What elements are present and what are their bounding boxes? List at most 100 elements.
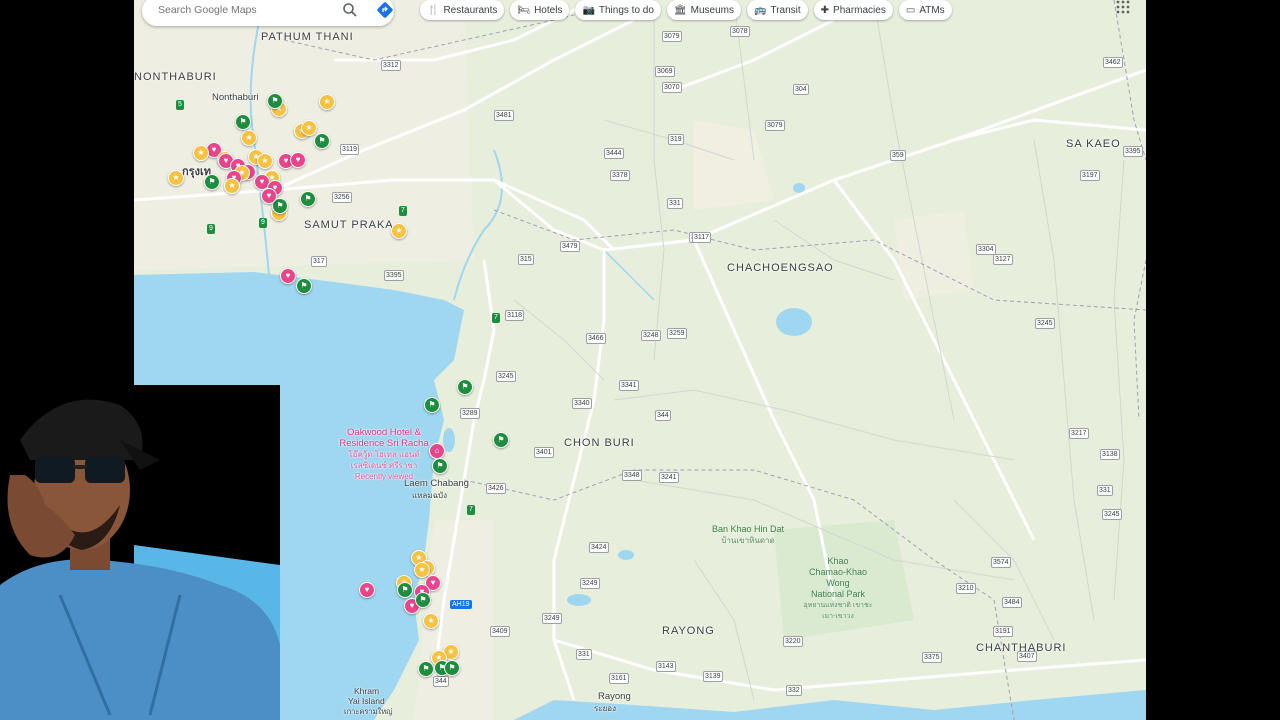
chip-label: Things to do bbox=[598, 4, 654, 16]
hotel-label-oakwood[interactable]: Oakwood Hotel & Residence Sri Racha โอ๊ค… bbox=[334, 427, 434, 482]
star-pin-icon[interactable]: ★ bbox=[257, 153, 273, 169]
search-icon[interactable] bbox=[342, 2, 358, 23]
heart-pin-icon[interactable]: ♥ bbox=[280, 268, 296, 284]
apps-grid-icon[interactable] bbox=[1116, 0, 1132, 14]
flag-pin-icon[interactable]: ⚑ bbox=[418, 661, 434, 677]
place-rayong-town: Rayong bbox=[598, 691, 631, 702]
route-shield: 3079 bbox=[765, 120, 785, 131]
star-pin-icon[interactable]: ★ bbox=[193, 145, 209, 161]
flag-pin-icon[interactable]: ⚑ bbox=[300, 191, 316, 207]
star-pin-icon[interactable]: ★ bbox=[241, 130, 257, 146]
chip-things-to-do[interactable]: 📷 Things to do bbox=[575, 0, 661, 20]
flag-pin-icon[interactable]: ⚑ bbox=[235, 114, 251, 130]
hotel-thai-line2: เรสซิเดนซ์ ศรีราชา bbox=[350, 461, 418, 470]
chip-label: Transit bbox=[770, 4, 801, 16]
heart-pin-icon[interactable]: ♥ bbox=[261, 188, 277, 204]
category-chips: 🍴 Restaurants 🛏 Hotels 📷 Things to do 🏛 Muse… bbox=[420, 0, 952, 20]
flag-pin-icon[interactable]: ⚑ bbox=[457, 379, 473, 395]
route-shield: 315 bbox=[518, 254, 534, 265]
map-canvas[interactable]: PATHUM THANI NONTHABURI SAMUT PRAKA CHAC… bbox=[134, 0, 1146, 720]
chip-hotels[interactable]: 🛏 Hotels bbox=[510, 0, 570, 20]
flag-pin-icon[interactable]: ⚑ bbox=[493, 432, 509, 448]
route-shield: 3138 bbox=[1100, 449, 1120, 460]
heart-pin-icon[interactable]: ♥ bbox=[290, 152, 306, 168]
park-khao-chamao-line3: Wong bbox=[826, 578, 850, 588]
route-shield: 3426 bbox=[486, 483, 506, 494]
route-shield: 3217 bbox=[1069, 428, 1089, 439]
flag-pin-icon[interactable]: ⚑ bbox=[424, 397, 440, 413]
route-shield: 3289 bbox=[460, 408, 480, 419]
route-shield: 3375 bbox=[922, 652, 942, 663]
route-shield: 3191 bbox=[993, 626, 1013, 637]
route-shield: 319 bbox=[668, 134, 684, 145]
ah-route-shield: AH19 bbox=[450, 600, 472, 609]
region-nonthaburi: NONTHABURI bbox=[134, 71, 217, 83]
route-shield: 3407 bbox=[1017, 651, 1037, 662]
park-ban-khao-hin-dat-thai: บ้านเขาหินดาด bbox=[721, 536, 775, 545]
hotel-name-line1: Oakwood Hotel & bbox=[347, 427, 421, 438]
chip-transit[interactable]: 🚌 Transit bbox=[747, 0, 808, 20]
park-khao-chamao-line4: National Park bbox=[810, 589, 866, 599]
route-shield: 3466 bbox=[586, 333, 606, 344]
search-input[interactable] bbox=[156, 3, 330, 17]
search-box[interactable] bbox=[142, 0, 394, 26]
heart-pin-icon[interactable]: ♥ bbox=[359, 582, 375, 598]
route-shield: 304 bbox=[793, 84, 809, 95]
star-pin-icon[interactable]: ★ bbox=[423, 613, 439, 629]
route-shield: 3409 bbox=[490, 626, 510, 637]
star-pin-icon[interactable]: ★ bbox=[168, 170, 184, 186]
route-shield: 3484 bbox=[1002, 597, 1022, 608]
star-pin-icon[interactable]: ★ bbox=[301, 120, 317, 136]
camera-icon: 📷 bbox=[582, 4, 595, 16]
flag-pin-icon[interactable]: ⚑ bbox=[444, 660, 460, 676]
park-khao-chamao-thai: อุทยานแห่งชาติ เขาชะเมา-เขาวง bbox=[803, 602, 873, 620]
park-ban-khao-hin-dat-name: Ban Khao Hin Dat bbox=[712, 524, 785, 534]
presenter-image bbox=[0, 385, 280, 720]
fork-knife-icon: 🍴 bbox=[427, 4, 440, 16]
route-shield: 3220 bbox=[783, 636, 803, 647]
route-shield: 332 bbox=[786, 685, 802, 696]
route-shield: 3395 bbox=[1123, 146, 1143, 157]
route-shield: 3161 bbox=[609, 673, 629, 684]
star-pin-icon[interactable]: ★ bbox=[319, 94, 335, 110]
place-khram: Khram bbox=[354, 686, 380, 696]
flag-pin-icon[interactable]: ⚑ bbox=[397, 582, 413, 598]
region-rayong: RAYONG bbox=[662, 625, 715, 637]
chip-pharmacies[interactable]: ✚ Pharmacies bbox=[813, 0, 893, 20]
route-shield: 3070 bbox=[662, 82, 682, 93]
chip-restaurants[interactable]: 🍴 Restaurants bbox=[420, 0, 505, 20]
region-samut-prakan: SAMUT PRAKA bbox=[304, 219, 394, 231]
route-shield: 3401 bbox=[534, 447, 554, 458]
hotel-name-line2: Residence Sri Racha bbox=[339, 438, 429, 449]
route-shield: 331 bbox=[667, 198, 683, 209]
directions-icon[interactable] bbox=[376, 1, 394, 24]
route-shield: 3127 bbox=[993, 254, 1013, 265]
flag-pin-icon[interactable]: ⚑ bbox=[415, 592, 431, 608]
star-pin-icon[interactable]: ★ bbox=[224, 178, 240, 194]
hotel-bed-pin-icon[interactable]: ⌂ bbox=[429, 443, 445, 459]
expressway-shield-icon: 9 bbox=[259, 218, 267, 228]
route-shield: 331 bbox=[576, 649, 592, 660]
route-shield: 3479 bbox=[560, 241, 580, 252]
flag-pin-icon[interactable]: ⚑ bbox=[267, 93, 283, 109]
region-chachoengsao: CHACHOENGSAO bbox=[727, 262, 834, 274]
route-shield: 359 bbox=[890, 150, 906, 161]
place-rayong-thai: ระยอง bbox=[594, 704, 616, 713]
route-shield: 3245 bbox=[1035, 318, 1055, 329]
park-khao-chamao-line2: Chamao-Khao bbox=[808, 567, 868, 577]
flag-pin-icon[interactable]: ⚑ bbox=[204, 174, 220, 190]
expressway-shield-icon: 5 bbox=[176, 100, 184, 110]
star-pin-icon[interactable]: ★ bbox=[391, 223, 407, 239]
hotel-thai-line1: โอ๊ควู้ด โฮเทล แอนด์ bbox=[348, 450, 420, 459]
chip-museums[interactable]: 🏛 Museums bbox=[666, 0, 741, 20]
flag-pin-icon[interactable]: ⚑ bbox=[296, 278, 312, 294]
flag-pin-icon[interactable]: ⚑ bbox=[314, 133, 330, 149]
route-shield: 3259 bbox=[667, 328, 687, 339]
region-pathum-thani: PATHUM THANI bbox=[261, 31, 354, 43]
flag-pin-icon[interactable]: ⚑ bbox=[432, 458, 448, 474]
route-shield: 3312 bbox=[381, 60, 401, 71]
route-shield: 3378 bbox=[610, 170, 630, 181]
chip-atms[interactable]: ▭ ATMs bbox=[898, 0, 952, 20]
chip-label: Restaurants bbox=[443, 4, 498, 16]
park-khao-chamao: Khao Chamao-Khao Wong National Park อุทย… bbox=[802, 556, 874, 622]
